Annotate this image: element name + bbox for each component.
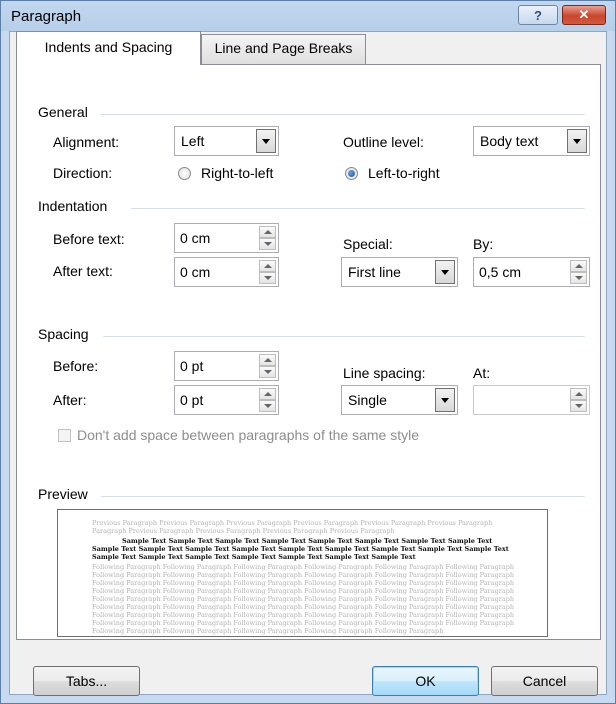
by-label: By: [473, 236, 494, 252]
spacing-section-title: Spacing [38, 326, 89, 342]
tab-line-and-page-breaks-label: Line and Page Breaks [214, 40, 353, 56]
line-spacing-label: Line spacing: [343, 365, 426, 381]
after-text-label: After text: [53, 263, 113, 279]
close-icon: ✕ [578, 7, 590, 22]
paragraph-dialog: Paragraph ? ✕ Indents and Spacing Line a… [0, 0, 616, 704]
general-divider [101, 114, 585, 115]
spacing-after-label: After: [53, 392, 87, 408]
alignment-label: Alignment: [53, 134, 120, 150]
chevron-down-icon[interactable] [256, 129, 276, 153]
left-to-right-radio[interactable] [345, 167, 358, 180]
spacing-before-input[interactable]: 0 pt [174, 351, 279, 381]
spacing-divider [103, 336, 585, 337]
cancel-button[interactable]: Cancel [491, 666, 598, 696]
alignment-value: Left [181, 133, 205, 149]
by-input[interactable]: 0,5 cm [473, 257, 590, 287]
preview-following-line: Following Paragraph Following Paragraph … [92, 603, 515, 611]
special-label: Special: [343, 236, 393, 252]
preview-section-title: Preview [38, 486, 88, 502]
preview-sample-line: Sample Text Sample Text Sample Text Samp… [92, 545, 509, 553]
outline-level-value: Body text [480, 133, 539, 149]
by-spinner[interactable] [570, 260, 587, 284]
preview-pane: Previous Paragraph Previous Paragraph Pr… [57, 509, 548, 637]
before-text-label: Before text: [53, 231, 125, 247]
tabs-button-label: Tabs... [65, 673, 108, 689]
at-label: At: [473, 365, 491, 381]
spin-down-icon[interactable] [259, 238, 276, 250]
chevron-down-icon[interactable] [435, 260, 455, 284]
ok-button[interactable]: OK [372, 666, 479, 696]
preview-following-line: Following Paragraph Following Paragraph … [92, 563, 515, 571]
at-spinner[interactable] [570, 388, 587, 412]
left-to-right-label[interactable]: Left-to-right [368, 165, 440, 181]
line-spacing-select[interactable]: Single [341, 385, 458, 415]
spin-down-icon[interactable] [259, 272, 276, 284]
spacing-after-value: 0 pt [180, 392, 204, 408]
chevron-down-icon[interactable] [567, 129, 587, 153]
outline-level-select[interactable]: Body text [473, 126, 590, 156]
indentation-divider [131, 208, 585, 209]
before-text-spinner[interactable] [259, 226, 276, 250]
chevron-down-icon[interactable] [435, 388, 455, 412]
preview-following-line: Following Paragraph Following Paragraph … [92, 611, 515, 619]
spacing-after-spinner[interactable] [259, 388, 276, 412]
outline-level-label: Outline level: [343, 134, 424, 150]
spacing-after-input[interactable]: 0 pt [174, 385, 279, 415]
preview-previous-line: Paragraph Previous Paragraph Previous Pa… [92, 527, 395, 535]
spin-up-icon[interactable] [570, 260, 587, 272]
dialog-title: Paragraph [11, 8, 82, 25]
spin-down-icon[interactable] [570, 400, 587, 412]
help-button[interactable]: ? [518, 5, 558, 25]
spacing-before-value: 0 pt [180, 358, 204, 374]
preview-following-line: Following Paragraph Following Paragraph … [92, 595, 515, 603]
tab-indents-and-spacing-label: Indents and Spacing [44, 39, 173, 55]
preview-sample-line: Sample Text Sample Text Sample Text Samp… [122, 537, 493, 545]
spin-up-icon[interactable] [259, 388, 276, 400]
indentation-section-title: Indentation [38, 198, 108, 214]
preview-following-line: Following Paragraph Following Paragraph … [92, 587, 515, 595]
spin-down-icon[interactable] [570, 272, 587, 284]
after-text-spinner[interactable] [259, 260, 276, 284]
close-button[interactable]: ✕ [562, 5, 606, 25]
alignment-select[interactable]: Left [174, 126, 279, 156]
dont-add-space-label[interactable]: Don't add space between paragraphs of th… [77, 427, 419, 443]
spacing-before-label: Before: [53, 358, 99, 374]
spin-up-icon[interactable] [259, 260, 276, 272]
after-text-value: 0 cm [180, 264, 211, 280]
title-bar[interactable]: Paragraph ? ✕ [1, 1, 615, 31]
ok-button-label: OK [415, 673, 436, 689]
spin-up-icon[interactable] [259, 354, 276, 366]
spin-down-icon[interactable] [259, 366, 276, 378]
special-select[interactable]: First line [341, 257, 458, 287]
preview-following-line: Following Paragraph Following Paragraph … [92, 579, 515, 587]
by-value: 0,5 cm [479, 264, 522, 280]
help-icon: ? [534, 7, 542, 23]
preview-divider [101, 496, 585, 497]
preview-following-line: Following Paragraph Following Paragraph … [92, 619, 515, 627]
spin-up-icon[interactable] [570, 388, 587, 400]
before-text-input[interactable]: 0 cm [174, 223, 279, 253]
preview-following-line: Following Paragraph Following Paragraph … [92, 627, 444, 635]
tab-indents-and-spacing[interactable]: Indents and Spacing [16, 31, 201, 65]
preview-sample-line: Sample Text Sample Text Sample Text Samp… [92, 553, 416, 561]
direction-label: Direction: [53, 165, 113, 181]
line-spacing-value: Single [348, 392, 387, 408]
dont-add-space-checkbox[interactable] [58, 429, 71, 442]
tabs-button[interactable]: Tabs... [33, 666, 140, 696]
preview-following-line: Following Paragraph Following Paragraph … [92, 571, 515, 579]
right-to-left-radio[interactable] [178, 167, 191, 180]
general-section-title: General [38, 104, 88, 120]
special-value: First line [348, 264, 401, 280]
before-text-value: 0 cm [180, 230, 211, 246]
spin-up-icon[interactable] [259, 226, 276, 238]
preview-previous-line: Previous Paragraph Previous Paragraph Pr… [92, 519, 493, 527]
spacing-before-spinner[interactable] [259, 354, 276, 378]
after-text-input[interactable]: 0 cm [174, 257, 279, 287]
at-input[interactable] [473, 385, 590, 415]
tab-line-and-page-breaks[interactable]: Line and Page Breaks [201, 34, 366, 64]
right-to-left-label[interactable]: Right-to-left [201, 165, 273, 181]
spin-down-icon[interactable] [259, 400, 276, 412]
cancel-button-label: Cancel [522, 673, 567, 689]
